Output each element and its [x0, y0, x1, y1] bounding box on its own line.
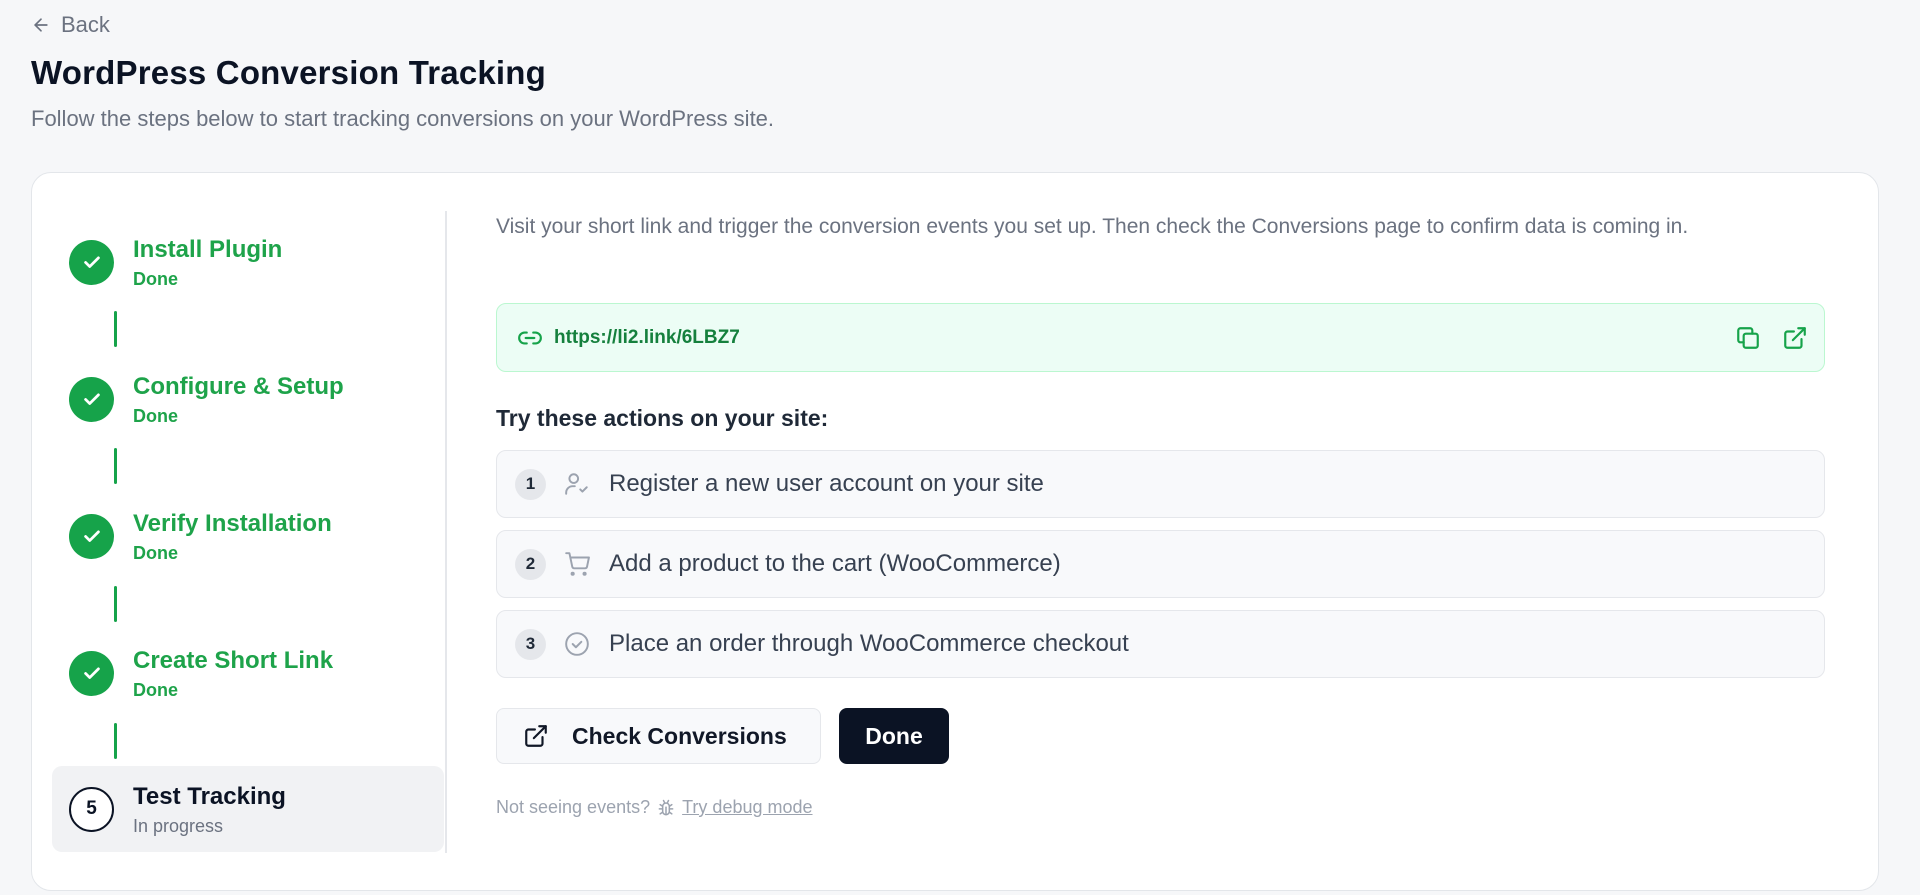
user-check-icon — [565, 473, 588, 495]
actions-heading: Try these actions on your site: — [496, 405, 829, 431]
action-text: Place an order through WooCommerce check… — [609, 630, 1129, 657]
step-label: Configure & Setup — [133, 372, 344, 400]
check-icon — [69, 513, 114, 559]
step-label: Test Tracking — [133, 782, 286, 810]
action-text: Register a new user account on your site — [609, 470, 1044, 497]
short-link-url[interactable]: https://li2.link/6LBZ7 — [554, 327, 740, 349]
check-icon — [69, 239, 114, 285]
debug-hint: Not seeing events? Try debug mode — [496, 797, 813, 818]
step-label: Create Short Link — [133, 646, 334, 674]
page-subtitle: Follow the steps below to start tracking… — [31, 106, 775, 131]
step-number-badge: 5 — [69, 786, 114, 832]
step-status: Done — [133, 679, 178, 700]
arrow-left-icon — [34, 18, 48, 32]
page: Back WordPress Conversion Tracking Follo… — [0, 0, 1920, 895]
stepper: Install Plugin Done Configure & Setup Do… — [52, 173, 444, 890]
vertical-divider — [445, 211, 447, 853]
step-install-plugin[interactable]: Install Plugin Done — [52, 219, 444, 305]
step-create-short-link[interactable]: Create Short Link Done — [52, 630, 444, 716]
external-link-icon — [525, 725, 547, 747]
bug-icon — [658, 799, 674, 815]
check-icon — [69, 376, 114, 422]
step-status: Done — [133, 268, 178, 289]
step-label: Install Plugin — [133, 235, 283, 263]
debug-prefix: Not seeing events? — [496, 797, 651, 817]
link-icon — [518, 331, 542, 344]
instructions-text: Visit your short link and trigger the co… — [496, 215, 1689, 238]
step-configure-setup[interactable]: Configure & Setup Done — [52, 356, 444, 442]
check-circle-icon — [565, 632, 589, 656]
back-label: Back — [61, 12, 110, 37]
action-text: Add a product to the cart (WooCommerce) — [609, 550, 1061, 577]
step-connector — [114, 448, 117, 484]
step-connector — [114, 311, 117, 347]
cart-icon — [565, 552, 590, 576]
check-icon — [69, 650, 114, 696]
action-number: 2 — [515, 548, 546, 580]
back-link[interactable]: Back — [31, 12, 110, 38]
step-status: In progress — [133, 815, 224, 836]
step-label: Verify Installation — [133, 509, 332, 537]
action-item-add-to-cart: 2 Add a product to the cart (WooCommerce… — [496, 530, 1825, 598]
action-number: 1 — [515, 468, 546, 500]
copy-icon[interactable] — [1735, 325, 1761, 351]
external-link-icon[interactable] — [1782, 325, 1808, 351]
step-test-tracking[interactable]: 5 Test Tracking In progress — [52, 766, 444, 852]
check-conversions-button[interactable]: Check Conversions — [496, 708, 821, 764]
step-verify-installation[interactable]: Verify Installation Done — [52, 493, 444, 579]
action-item-register: 1 Register a new user account on your si… — [496, 450, 1825, 518]
step-status: Done — [133, 405, 178, 426]
action-number: 3 — [515, 628, 546, 660]
step-connector — [114, 586, 117, 622]
debug-mode-link[interactable]: Try debug mode — [682, 797, 812, 818]
done-button[interactable]: Done — [839, 708, 949, 764]
step-status: Done — [133, 542, 178, 563]
wizard-card: Install Plugin Done Configure & Setup Do… — [31, 172, 1879, 891]
check-conversions-label: Check Conversions — [572, 722, 787, 749]
step-connector — [114, 723, 117, 759]
short-link-box: https://li2.link/6LBZ7 — [496, 303, 1825, 372]
action-item-place-order: 3 Place an order through WooCommerce che… — [496, 610, 1825, 678]
page-title: WordPress Conversion Tracking — [31, 54, 547, 91]
